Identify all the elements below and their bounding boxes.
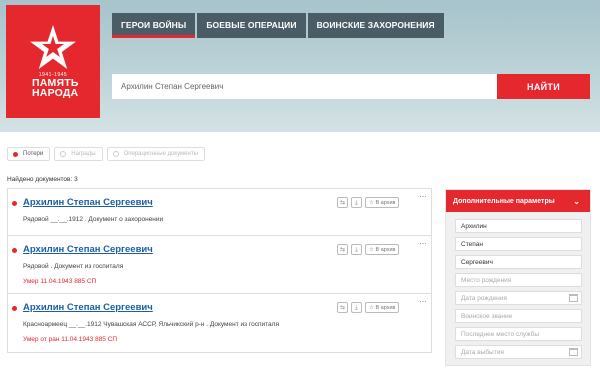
download-icon[interactable]: ⤓	[351, 302, 362, 313]
record-detail: Красноармеец __.__.1912 Чувашская АССР, …	[23, 321, 279, 328]
advanced-params-toggle[interactable]: Дополнительные параметры ⌄	[446, 190, 590, 212]
results-count: Найдено документов: 3	[7, 176, 78, 183]
archive-button[interactable]: ☆ В архив	[365, 302, 400, 313]
logo[interactable]: 1941-1945 ПАМЯТЬ НАРОДА	[6, 5, 100, 118]
surname-field[interactable]: Архилин	[455, 219, 582, 233]
death-info: Умер от ран 11.04.1943 885 СП	[23, 336, 118, 343]
more-menu-icon[interactable]: ···	[419, 191, 427, 201]
compare-icon[interactable]: ⇆	[337, 244, 348, 255]
first-name-field[interactable]: Степан	[455, 237, 582, 251]
results-list: Архилин Степан Сергеевич Рядовой __.__.1…	[7, 188, 432, 353]
download-icon[interactable]: ⤓	[351, 197, 362, 208]
star-icon	[30, 25, 76, 69]
logo-text: ПАМЯТЬ НАРОДА	[32, 77, 79, 99]
filter-operational-docs[interactable]: Операционные документы	[106, 147, 205, 161]
result-actions: ⇆ ⤓ ☆ В архив	[337, 302, 400, 313]
panel-title: Дополнительные параметры	[453, 197, 555, 205]
search-input[interactable]	[112, 74, 497, 99]
person-name-link[interactable]: Архилин Степан Сергеевич	[23, 197, 153, 208]
result-actions: ⇆ ⤓ ☆ В архив	[337, 244, 400, 255]
main-nav: ГЕРОИ ВОЙНЫ БОЕВЫЕ ОПЕРАЦИИ ВОИНСКИЕ ЗАХ…	[112, 13, 446, 38]
filter-bar: Потери Награды Операционные документы	[7, 147, 209, 161]
search-bar: НАЙТИ	[112, 74, 590, 99]
tab-burials[interactable]: ВОИНСКИЕ ЗАХОРОНЕНИЯ	[307, 13, 444, 38]
status-dot	[12, 248, 17, 253]
result-card: Архилин Степан Сергеевич Рядовой __.__.1…	[7, 188, 432, 235]
compare-icon[interactable]: ⇆	[337, 302, 348, 313]
birthdate-field[interactable]: Дата рождения	[455, 291, 582, 305]
filter-inactive-dot	[60, 151, 67, 157]
download-icon[interactable]: ⤓	[351, 244, 362, 255]
header: 1941-1945 ПАМЯТЬ НАРОДА ГЕРОИ ВОЙНЫ БОЕВ…	[0, 0, 600, 132]
death-info: Умер 11.04.1943 885 СП	[23, 278, 97, 285]
more-menu-icon[interactable]: ···	[419, 238, 427, 248]
result-actions: ⇆ ⤓ ☆ В архив	[337, 197, 400, 208]
result-card: Архилин Степан Сергеевич Красноармеец __…	[7, 293, 432, 353]
status-dot	[12, 306, 17, 311]
record-detail: Рядовой . Документ из госпиталя	[23, 263, 124, 270]
result-card: Архилин Степан Сергеевич Рядовой . Докум…	[7, 235, 432, 293]
filter-active-dot	[13, 151, 18, 157]
filter-label: Операционные документы	[123, 151, 198, 157]
search-button[interactable]: НАЙТИ	[497, 74, 590, 99]
filter-losses[interactable]: Потери	[7, 147, 51, 161]
patronymic-field[interactable]: Сергеевич	[455, 255, 582, 269]
calendar-icon[interactable]	[569, 348, 578, 356]
retirement-date-field[interactable]: Дата выбытия	[455, 345, 582, 359]
more-menu-icon[interactable]: ···	[419, 296, 427, 306]
advanced-params-panel: Дополнительные параметры ⌄ Архилин Степа…	[445, 189, 591, 366]
tab-heroes[interactable]: ГЕРОИ ВОЙНЫ	[112, 13, 196, 38]
filter-label: Потери	[23, 151, 44, 157]
birthplace-field[interactable]: Место рождения	[455, 273, 582, 287]
record-detail: Рядовой __.__.1912 . Документ о захороне…	[23, 216, 164, 223]
archive-button[interactable]: ☆ В архив	[365, 244, 400, 255]
person-name-link[interactable]: Архилин Степан Сергеевич	[23, 302, 153, 313]
status-dot	[12, 201, 17, 206]
person-name-link[interactable]: Архилин Степан Сергеевич	[23, 244, 153, 255]
filter-inactive-dot	[112, 151, 119, 157]
tab-operations[interactable]: БОЕВЫЕ ОПЕРАЦИИ	[197, 13, 306, 38]
rank-field[interactable]: Воинское звание	[455, 309, 582, 323]
filter-awards[interactable]: Награды	[54, 147, 103, 161]
archive-button[interactable]: ☆ В архив	[365, 197, 400, 208]
filter-label: Награды	[71, 151, 96, 157]
chevron-down-icon: ⌄	[573, 196, 580, 206]
compare-icon[interactable]: ⇆	[337, 197, 348, 208]
calendar-icon[interactable]	[569, 294, 578, 302]
last-service-field[interactable]: Последнее место службы	[455, 327, 582, 341]
